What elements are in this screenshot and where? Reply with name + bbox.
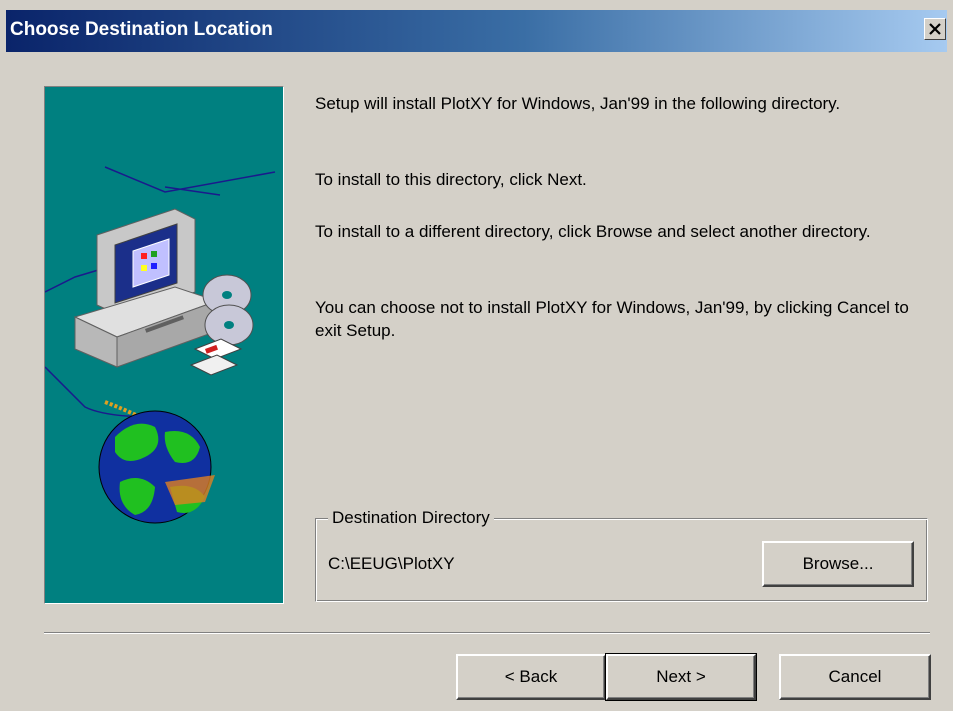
cancel-instruction-text: You can choose not to install PlotXY for… xyxy=(315,298,909,340)
intro-text: Setup will install PlotXY for Windows, J… xyxy=(315,94,841,113)
window-title: Choose Destination Location xyxy=(10,19,273,40)
computer-globe-illustration xyxy=(44,86,284,604)
close-icon xyxy=(929,23,941,35)
cancel-button[interactable]: Cancel xyxy=(779,654,931,700)
next-button[interactable]: Next > xyxy=(605,653,757,701)
destination-directory-group: Destination Directory C:\EEUG\PlotXY Bro… xyxy=(315,507,928,602)
destination-path: C:\EEUG\PlotXY xyxy=(328,554,455,573)
close-button[interactable] xyxy=(924,18,946,40)
back-button[interactable]: < Back xyxy=(456,654,606,700)
title-bar: Choose Destination Location xyxy=(6,10,947,52)
illustration-art xyxy=(45,166,276,524)
button-separator xyxy=(44,632,930,634)
next-instruction-text: To install to this directory, click Next… xyxy=(315,170,587,189)
browse-button[interactable]: Browse... xyxy=(762,541,914,587)
browse-instruction-text: To install to a different directory, cli… xyxy=(315,222,871,241)
setup-dialog: Choose Destination Location Setup will i… xyxy=(0,0,953,711)
destination-directory-legend: Destination Directory xyxy=(328,507,494,529)
